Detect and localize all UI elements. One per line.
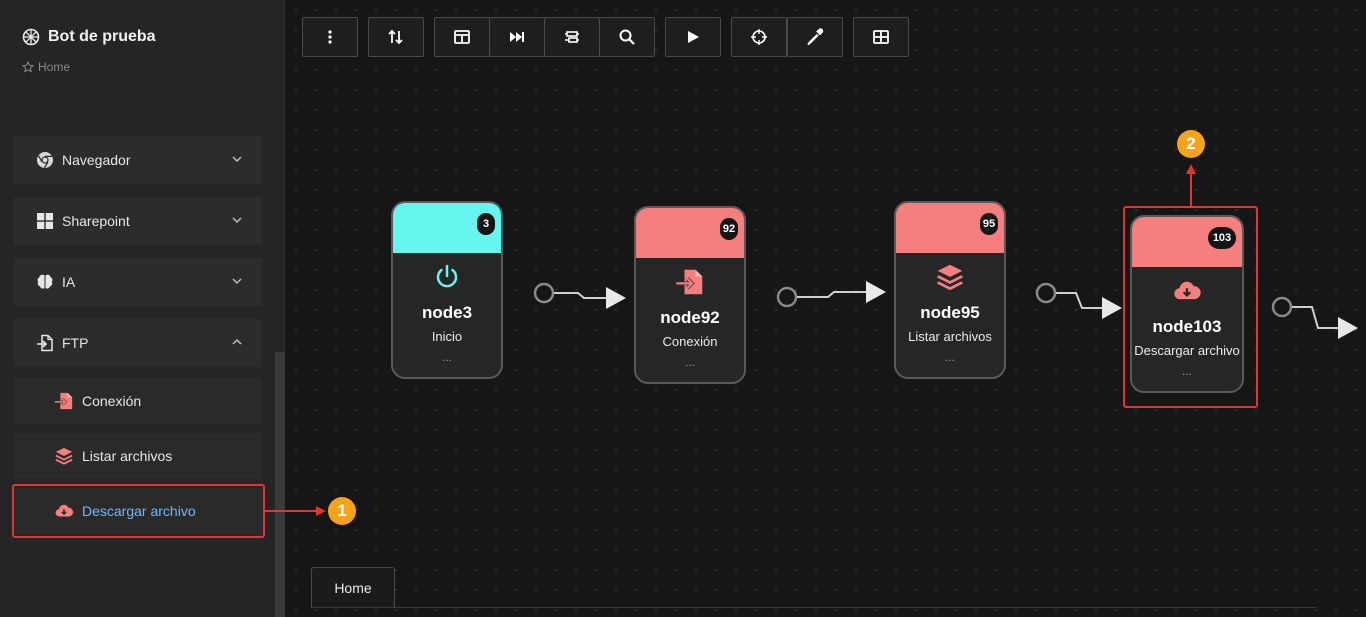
annotation-marker-1: 1 [328,497,356,525]
sidebar-item-label: Listar archivos [82,448,173,464]
power-icon [393,257,501,297]
layers-icon [54,446,74,466]
sidebar-group-label: FTP [62,335,89,351]
skip-forward-button[interactable] [489,17,545,57]
tab-home[interactable]: Home [311,567,395,607]
robot-icon [22,28,40,46]
eyedropper-icon [807,28,824,46]
crosshair-icon [751,29,767,45]
layers-icon [896,257,1004,297]
sidebar-group-ftp[interactable]: FTP [14,319,262,367]
panel-icon [454,30,470,44]
panel-button[interactable] [434,17,490,57]
more-vertical-icon [328,30,332,44]
flow-node-node92[interactable]: 92 node92 Conexión ... [634,206,746,384]
app-title-text: Bot de prueba [48,28,156,45]
breadcrumb[interactable]: Home [22,60,70,74]
star-icon [22,61,34,73]
grid-button[interactable] [853,17,909,57]
breadcrumb-home[interactable]: Home [38,60,70,74]
sidebar-item-conexion[interactable]: Conexión [14,378,262,424]
sidebar-group-sharepoint[interactable]: Sharepoint [14,197,262,245]
skip-forward-icon [510,32,524,42]
crosshair-button[interactable] [731,17,787,57]
node-id: node95 [920,303,980,322]
node-count-badge: 95 [980,213,998,235]
sort-icon [388,29,403,45]
chevron-down-icon [232,217,242,224]
sidebar-group-ia[interactable]: IA [14,258,262,306]
node-more[interactable]: ... [636,355,744,369]
flow-node-node3[interactable]: 3 node3 Inicio ... [391,201,503,379]
node-count-badge: 92 [720,218,738,240]
chrome-icon [36,151,54,169]
app-title: Bot de prueba [22,28,156,46]
sidebar-group-label: IA [62,274,76,290]
tab-bar: Home [311,567,1316,608]
search-button[interactable] [599,17,655,57]
node-label: Inicio [431,329,463,344]
file-import-icon [54,391,74,411]
node-id: node92 [660,308,720,327]
annotation-highlight-node [1123,206,1258,408]
chevron-down-icon [232,156,242,163]
file-import-icon [636,262,744,302]
search-icon [619,29,635,45]
file-import-icon [36,334,54,352]
play-icon [688,31,699,43]
sidebar-group-navegador[interactable]: Navegador [14,136,262,184]
more-button[interactable] [302,17,358,57]
chevron-up-icon [232,338,242,345]
node-more[interactable]: ... [393,350,501,364]
sidebar-group-label: Sharepoint [62,213,130,229]
node-id: node3 [421,303,473,322]
sidebar-item-label: Conexión [82,393,142,409]
sidebar-scrollbar[interactable] [275,352,285,617]
sidebar-group-label: Navegador [62,152,131,168]
eyedropper-button[interactable] [787,17,843,57]
align-button[interactable] [544,17,600,57]
node-count-badge: 3 [477,213,495,235]
node-label: Listar archivos [908,329,992,344]
annotation-marker-2: 2 [1177,130,1205,158]
annotation-highlight-sidebar [12,484,265,538]
play-button[interactable] [665,17,721,57]
grid-icon [873,30,889,44]
flow-node-node95[interactable]: 95 node95 Listar archivos ... [894,201,1006,379]
brain-icon [36,273,54,291]
node-label: Conexión [662,334,718,349]
node-more[interactable]: ... [896,350,1004,364]
sort-button[interactable] [368,17,424,57]
sidebar-item-listar-archivos[interactable]: Listar archivos [14,433,262,479]
windows-icon [36,212,54,230]
chevron-down-icon [232,278,242,285]
align-icon [565,31,579,43]
